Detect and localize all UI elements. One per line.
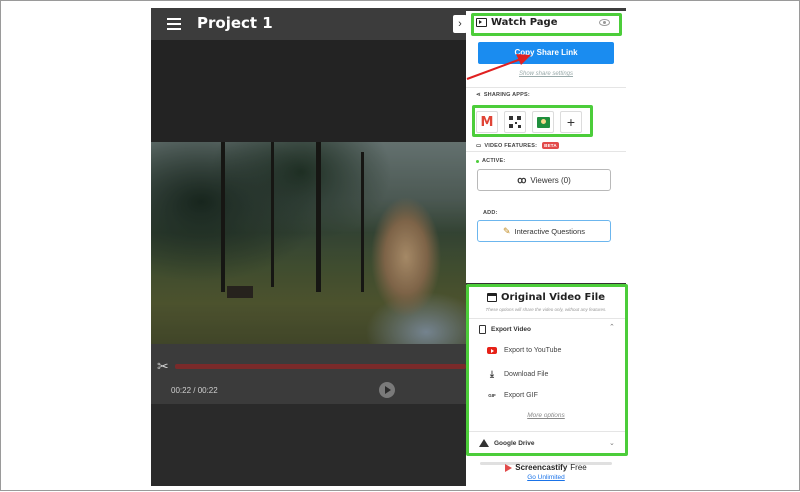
collapse-panel-button[interactable]: › bbox=[453, 15, 467, 33]
project-title: Project 1 bbox=[197, 14, 273, 32]
timeline-scrubber[interactable] bbox=[175, 364, 466, 369]
screencastify-logo-icon bbox=[505, 463, 513, 472]
highlight-sharing-apps bbox=[472, 105, 593, 137]
active-dot-icon bbox=[476, 159, 479, 163]
copy-share-link-button[interactable]: Copy Share Link bbox=[478, 42, 614, 64]
hamburger-icon[interactable] bbox=[167, 18, 181, 30]
interactive-questions-button[interactable]: ✎ Interactive Questions bbox=[477, 220, 611, 242]
active-label: ACTIVE: bbox=[476, 158, 505, 164]
video-features-label: ▭ VIDEO FEATURES: BETA bbox=[476, 142, 559, 149]
playback-controls: ✂ 00:22 / 00:22 bbox=[151, 344, 466, 404]
screenshot-frame: Project 1 › ✂ 00:22 / 00:22 Watch Page C… bbox=[0, 0, 800, 491]
pencil-icon: ✎ bbox=[503, 225, 511, 236]
sharing-apps-label: ⋖ SHARING APPS: bbox=[476, 92, 530, 98]
highlight-original-video-file bbox=[466, 284, 628, 456]
video-camera-icon: ▭ bbox=[476, 142, 482, 149]
viewers-button[interactable]: ꝏ Viewers (0) bbox=[477, 169, 611, 191]
highlight-watch-page bbox=[471, 13, 622, 36]
divider bbox=[466, 87, 626, 88]
share-icon: ⋖ bbox=[476, 92, 481, 98]
add-label: ADD: bbox=[483, 210, 498, 216]
screencastify-brand: Screencastify Free bbox=[466, 463, 626, 472]
show-share-settings-link[interactable]: Show share settings bbox=[466, 71, 626, 77]
binoculars-icon: ꝏ bbox=[517, 174, 527, 185]
play-icon[interactable] bbox=[379, 382, 395, 398]
go-unlimited-link[interactable]: Go Unlimited bbox=[466, 474, 626, 481]
scissors-icon[interactable]: ✂ bbox=[157, 358, 169, 375]
timecode: 00:22 / 00:22 bbox=[171, 386, 218, 395]
editor-bottom-area bbox=[151, 404, 466, 486]
divider bbox=[466, 151, 626, 152]
beta-badge: BETA bbox=[542, 142, 559, 149]
